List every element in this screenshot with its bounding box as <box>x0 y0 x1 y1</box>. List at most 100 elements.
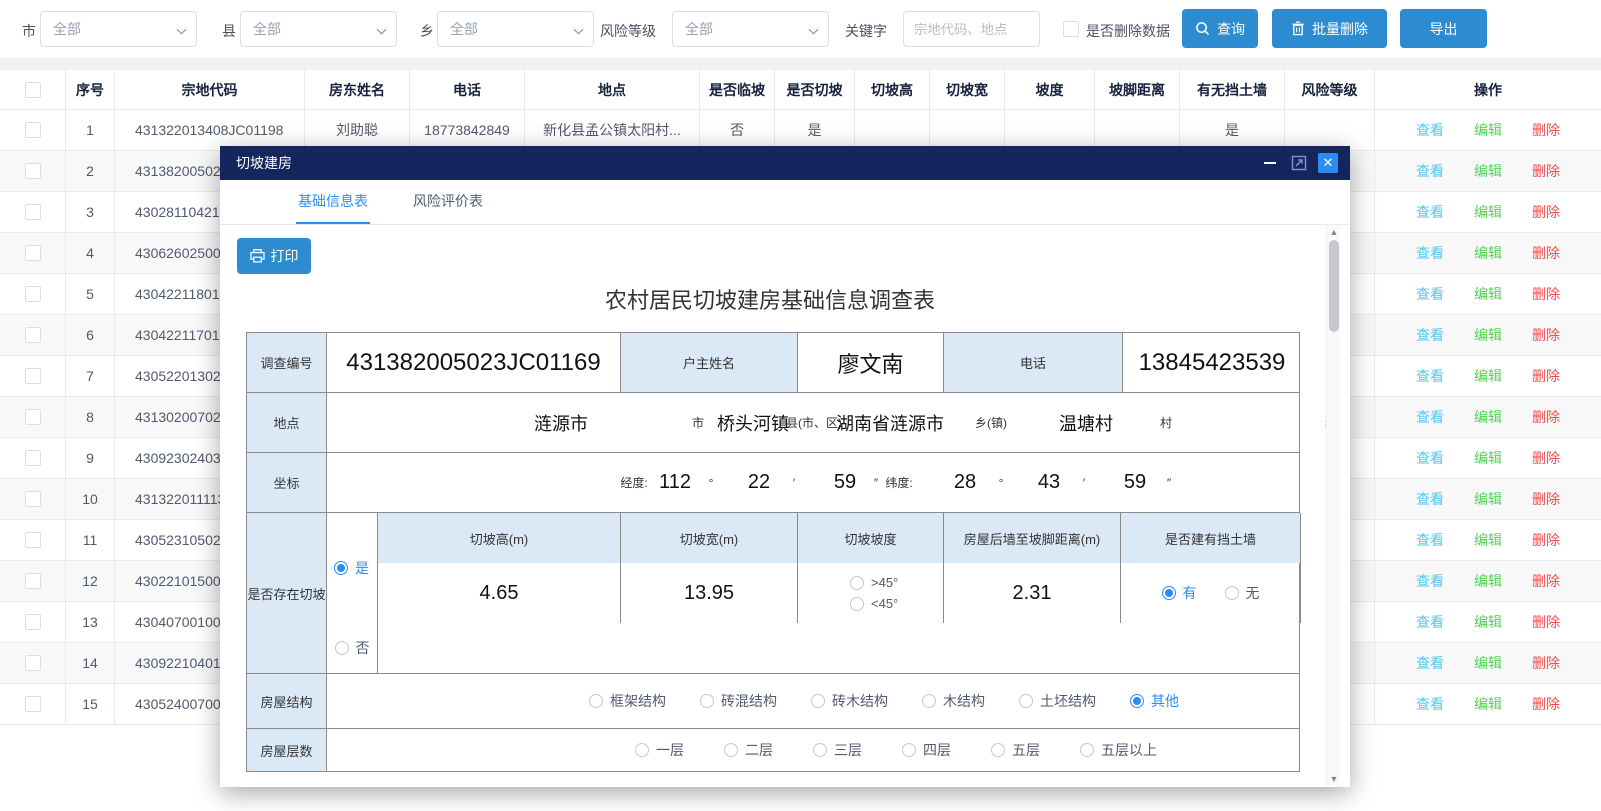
edit-link[interactable]: 编辑 <box>1474 653 1502 673</box>
modal-scrollbar[interactable]: ▲ ▼ <box>1326 225 1340 786</box>
delete-link[interactable]: 删除 <box>1532 407 1560 427</box>
delete-link[interactable]: 删除 <box>1532 243 1560 263</box>
row-checkbox[interactable] <box>25 204 41 220</box>
view-link[interactable]: 查看 <box>1416 284 1444 304</box>
cut-slope-no-option[interactable]: 否 <box>327 623 378 673</box>
row-checkbox[interactable] <box>25 286 41 302</box>
view-link[interactable]: 查看 <box>1416 325 1444 345</box>
maximize-button[interactable] <box>1289 153 1309 173</box>
edit-link[interactable]: 编辑 <box>1474 366 1502 386</box>
delete-link[interactable]: 删除 <box>1532 448 1560 468</box>
view-link[interactable]: 查看 <box>1416 202 1444 222</box>
edit-link[interactable]: 编辑 <box>1474 120 1502 140</box>
batch-delete-button[interactable]: 批量删除 <box>1272 9 1387 48</box>
row-checkbox[interactable] <box>25 491 41 507</box>
delete-link[interactable]: 删除 <box>1532 325 1560 345</box>
row-checkbox[interactable] <box>25 450 41 466</box>
house-structure-options: 框架结构 砖混结构 砖木结构 木结构 土坯结构 其他 <box>327 674 1301 728</box>
edit-link[interactable]: 编辑 <box>1474 489 1502 509</box>
cut-slope-yes-option[interactable]: 是 <box>327 513 378 623</box>
delete-link[interactable]: 删除 <box>1532 489 1560 509</box>
floors-option-3[interactable]: 三层 <box>813 740 862 760</box>
structure-option-frame[interactable]: 框架结构 <box>589 691 666 711</box>
floors-option-2[interactable]: 二层 <box>724 740 773 760</box>
edit-link[interactable]: 编辑 <box>1474 571 1502 591</box>
query-button[interactable]: 查询 <box>1182 9 1258 48</box>
minimize-button[interactable] <box>1260 153 1280 173</box>
row-checkbox[interactable] <box>25 163 41 179</box>
row-checkbox[interactable] <box>25 573 41 589</box>
view-link[interactable]: 查看 <box>1416 530 1444 550</box>
edit-link[interactable]: 编辑 <box>1474 694 1502 714</box>
delete-link[interactable]: 删除 <box>1532 366 1560 386</box>
row-checkbox[interactable] <box>25 245 41 261</box>
edit-link[interactable]: 编辑 <box>1474 530 1502 550</box>
select-all-checkbox[interactable] <box>25 82 41 98</box>
view-link[interactable]: 查看 <box>1416 653 1444 673</box>
delete-link[interactable]: 删除 <box>1532 284 1560 304</box>
view-link[interactable]: 查看 <box>1416 243 1444 263</box>
tab-basic-info[interactable]: 基础信息表 <box>296 179 370 224</box>
delete-link[interactable]: 删除 <box>1532 161 1560 181</box>
view-link[interactable]: 查看 <box>1416 571 1444 591</box>
edit-link[interactable]: 编辑 <box>1474 407 1502 427</box>
deleted-data-checkbox[interactable] <box>1063 21 1079 37</box>
structure-option-brick-concrete[interactable]: 砖混结构 <box>700 691 777 711</box>
delete-link[interactable]: 删除 <box>1532 571 1560 591</box>
scroll-up-icon[interactable]: ▲ <box>1327 225 1341 239</box>
scroll-down-icon[interactable]: ▼ <box>1327 772 1341 786</box>
structure-option-brick-wood[interactable]: 砖木结构 <box>811 691 888 711</box>
view-link[interactable]: 查看 <box>1416 161 1444 181</box>
delete-link[interactable]: 删除 <box>1532 120 1560 140</box>
floors-option-5plus[interactable]: 五层以上 <box>1080 740 1157 760</box>
county-select[interactable]: 全部 <box>240 11 397 47</box>
township-select[interactable]: 全部 <box>437 11 594 47</box>
delete-link[interactable]: 删除 <box>1532 530 1560 550</box>
risk-level-select[interactable]: 全部 <box>672 11 829 47</box>
print-button[interactable]: 打印 <box>237 238 311 274</box>
delete-link[interactable]: 删除 <box>1532 612 1560 632</box>
export-button[interactable]: 导出 <box>1400 9 1487 48</box>
edit-link[interactable]: 编辑 <box>1474 284 1502 304</box>
city-select[interactable]: 全部 <box>40 11 197 47</box>
close-button[interactable]: ✕ <box>1318 153 1338 173</box>
row-checkbox[interactable] <box>25 409 41 425</box>
row-checkbox[interactable] <box>25 122 41 138</box>
edit-link[interactable]: 编辑 <box>1474 612 1502 632</box>
row-checkbox[interactable] <box>25 532 41 548</box>
floors-option-4[interactable]: 四层 <box>902 740 951 760</box>
view-link[interactable]: 查看 <box>1416 448 1444 468</box>
edit-link[interactable]: 编辑 <box>1474 243 1502 263</box>
structure-option-wood[interactable]: 木结构 <box>922 691 985 711</box>
row-checkbox[interactable] <box>25 655 41 671</box>
row-checkbox[interactable] <box>25 327 41 343</box>
edit-link[interactable]: 编辑 <box>1474 161 1502 181</box>
view-link[interactable]: 查看 <box>1416 120 1444 140</box>
slope-gt45-option[interactable]: >45° <box>850 575 898 590</box>
scrollbar-thumb[interactable] <box>1329 240 1339 332</box>
delete-link[interactable]: 删除 <box>1532 694 1560 714</box>
wall-yes-option[interactable]: 有 <box>1162 583 1197 603</box>
view-link[interactable]: 查看 <box>1416 612 1444 632</box>
structure-option-adobe[interactable]: 土坯结构 <box>1019 691 1096 711</box>
view-link[interactable]: 查看 <box>1416 489 1444 509</box>
view-link[interactable]: 查看 <box>1416 694 1444 714</box>
view-link[interactable]: 查看 <box>1416 366 1444 386</box>
close-icon: ✕ <box>1323 155 1334 171</box>
tab-risk-evaluation[interactable]: 风险评价表 <box>411 179 485 224</box>
view-link[interactable]: 查看 <box>1416 407 1444 427</box>
delete-link[interactable]: 删除 <box>1532 653 1560 673</box>
edit-link[interactable]: 编辑 <box>1474 202 1502 222</box>
structure-option-other[interactable]: 其他 <box>1130 691 1179 711</box>
slope-lt45-option[interactable]: <45° <box>850 596 898 611</box>
row-checkbox[interactable] <box>25 368 41 384</box>
edit-link[interactable]: 编辑 <box>1474 448 1502 468</box>
wall-no-option[interactable]: 无 <box>1225 583 1260 603</box>
floors-option-1[interactable]: 一层 <box>635 740 684 760</box>
row-checkbox[interactable] <box>25 614 41 630</box>
row-checkbox[interactable] <box>25 696 41 712</box>
floors-option-5[interactable]: 五层 <box>991 740 1040 760</box>
edit-link[interactable]: 编辑 <box>1474 325 1502 345</box>
keyword-input[interactable] <box>903 11 1040 47</box>
delete-link[interactable]: 删除 <box>1532 202 1560 222</box>
